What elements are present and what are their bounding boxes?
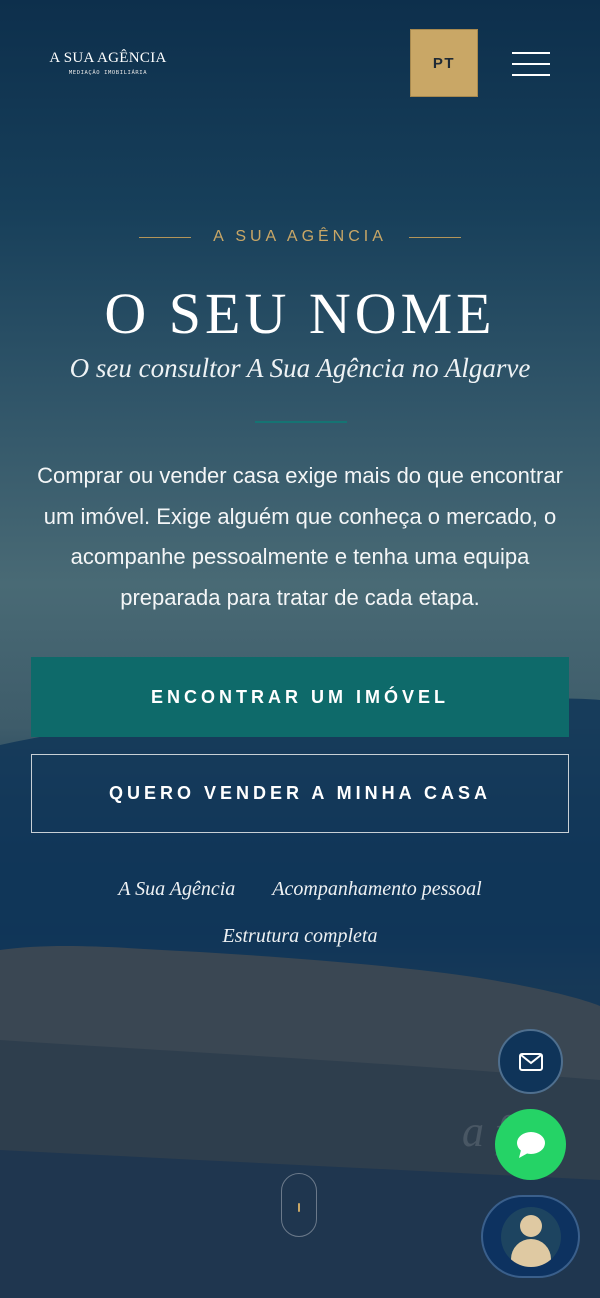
site-header: A SUA AGÊNCIA MEDIAÇÃO IMOBILIÁRIA PT (0, 0, 600, 130)
logo-subtitle: MEDIAÇÃO IMOBILIÁRIA (68, 70, 148, 76)
feature-tags: A Sua Agência Acompanhamento pessoal (0, 878, 600, 901)
feature-tags-second-row: Estrutura completa (0, 925, 600, 948)
chat-button[interactable] (495, 1109, 566, 1180)
logo-name: A SUA AGÊNCIA (49, 50, 167, 66)
eyebrow-line-left (139, 236, 192, 238)
mail-icon (518, 1052, 543, 1071)
eyebrow-line-right (408, 236, 461, 238)
tag-personal-support: Acompanhamento pessoal (272, 878, 482, 900)
mail-button[interactable] (498, 1029, 563, 1094)
tag-full-structure: Estrutura completa (222, 925, 378, 947)
find-property-button[interactable]: ENCONTRAR UM IMÓVEL (31, 657, 569, 737)
page-title: O SEU NOME (104, 281, 496, 346)
scroll-dot (298, 1203, 300, 1212)
scroll-indicator[interactable] (281, 1173, 317, 1237)
language-selector[interactable]: PT (410, 29, 478, 97)
hamburger-menu-icon[interactable] (512, 52, 550, 76)
sell-house-button[interactable]: QUERO VENDER A MINHA CASA (31, 754, 569, 833)
consultant-avatar-button[interactable] (481, 1195, 580, 1278)
hero-description: Comprar ou vender casa exige mais do que… (37, 463, 563, 610)
eyebrow-text: A SUA AGÊNCIA (213, 228, 387, 245)
eyebrow: A SUA AGÊNCIA (0, 228, 600, 246)
divider (255, 421, 347, 423)
page-subtitle: O seu consultor A Sua Agência no Algarve (69, 353, 531, 383)
chat-bubble-icon (516, 1131, 545, 1158)
background-landscape (0, 698, 600, 1298)
agency-logo[interactable]: A SUA AGÊNCIA MEDIAÇÃO IMOBILIÁRIA (49, 50, 167, 76)
consultant-avatar-icon (500, 1206, 561, 1267)
tag-agency: A Sua Agência (118, 878, 236, 900)
